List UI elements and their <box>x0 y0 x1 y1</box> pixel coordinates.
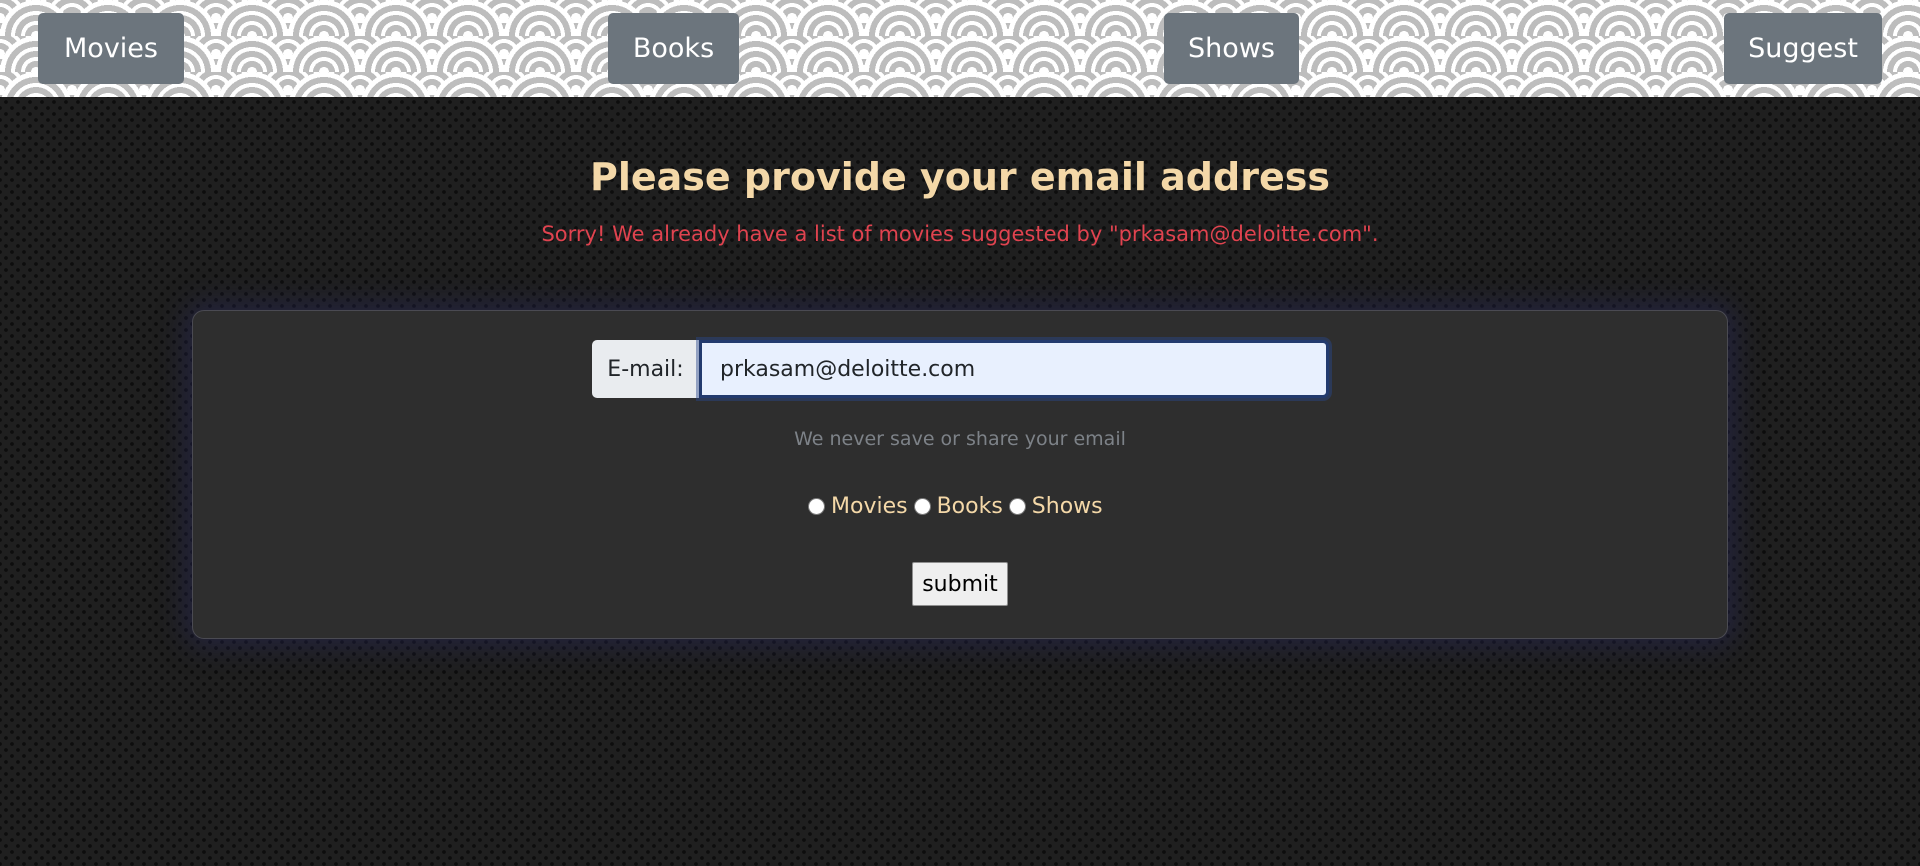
radio-books-label: Books <box>936 494 1003 519</box>
top-navigation-bar: Movies Books Shows Suggest <box>0 0 1920 97</box>
email-input-group: E-mail: <box>592 340 1329 398</box>
category-radio-group: Movies Books Shows <box>808 494 1109 519</box>
radio-movies[interactable] <box>808 498 825 515</box>
email-label: E-mail: <box>592 340 699 398</box>
nav-shows-button[interactable]: Shows <box>1164 13 1299 84</box>
error-message: Sorry! We already have a list of movies … <box>541 222 1379 246</box>
nav-suggest-button[interactable]: Suggest <box>1724 13 1882 84</box>
email-help-text: We never save or share your email <box>794 428 1126 450</box>
radio-option-movies[interactable]: Movies <box>808 494 908 519</box>
nav-movies-button[interactable]: Movies <box>38 13 184 84</box>
radio-books[interactable] <box>913 498 931 515</box>
submit-button[interactable]: submit <box>912 562 1008 606</box>
radio-movies-label: Movies <box>831 494 908 519</box>
radio-shows-label: Shows <box>1031 494 1103 519</box>
email-input[interactable] <box>699 340 1329 398</box>
page-title: Please provide your email address <box>590 155 1330 199</box>
radio-option-shows[interactable]: Shows <box>1008 494 1103 519</box>
nav-books-button[interactable]: Books <box>608 13 739 84</box>
radio-option-books[interactable]: Books <box>913 494 1003 519</box>
radio-shows[interactable] <box>1008 498 1026 515</box>
